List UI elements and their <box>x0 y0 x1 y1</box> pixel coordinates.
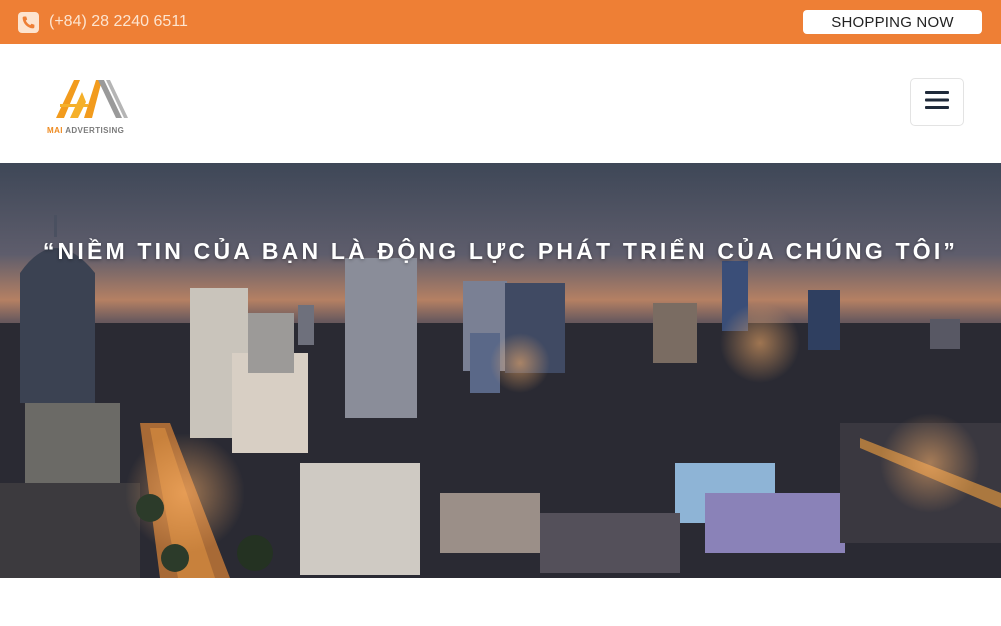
phone-contact[interactable]: (+84) 28 2240 6511 <box>18 11 188 33</box>
city-skyline-image <box>0 163 1001 578</box>
hamburger-menu-icon <box>925 90 949 115</box>
logo-brand: MAI <box>47 126 63 135</box>
phone-icon <box>18 11 39 33</box>
logo-tagline: ADVERTISING <box>65 126 125 135</box>
hero-quote: “NIỀM TIN CỦA BẠN LÀ ĐỘNG LỰC PHÁT TRIỂN… <box>42 238 959 264</box>
content-area <box>0 578 1001 626</box>
logo-wordmark: MAI ADVERTISING <box>47 126 124 135</box>
menu-button[interactable] <box>910 78 964 126</box>
site-header: MAI ADVERTISING <box>0 44 1001 163</box>
top-bar: (+84) 28 2240 6511 SHOPPING NOW <box>0 0 1001 44</box>
phone-number: (+84) 28 2240 6511 <box>49 13 188 30</box>
hero-banner: “NIỀM TIN CỦA BẠN LÀ ĐỘNG LỰC PHÁT TRIỂN… <box>0 163 1001 578</box>
shopping-now-button[interactable]: SHOPPING NOW <box>803 10 982 34</box>
